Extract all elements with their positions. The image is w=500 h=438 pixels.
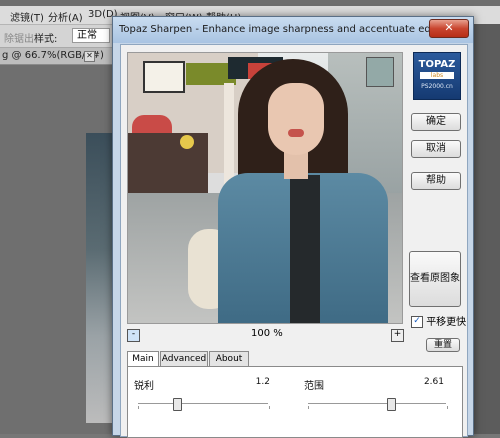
sharpness-slider-thumb[interactable] (173, 398, 182, 411)
preview-storefront-dark (128, 133, 208, 193)
ok-button[interactable]: 确定 (411, 113, 461, 131)
preview-lips (288, 129, 304, 137)
topaz-logo: TOPAZ labs PS2000.cn (413, 52, 461, 100)
style-select[interactable]: 正常 (72, 28, 110, 43)
zoom-level: 100 % (251, 328, 283, 339)
image-preview[interactable] (127, 52, 403, 324)
preview-shirt (290, 175, 320, 323)
tab-main[interactable]: Main (127, 351, 159, 367)
view-original-button[interactable]: 查看原图象 (409, 251, 461, 307)
dialog-titlebar[interactable]: Topaz Sharpen - Enhance image sharpness … (113, 17, 473, 43)
tab-about[interactable]: About (209, 351, 249, 366)
zoom-out-button[interactable]: - (127, 329, 140, 342)
right-panel (472, 24, 500, 434)
radius-slider-ticks (308, 406, 448, 409)
menu-analysis[interactable]: 分析(A) (48, 9, 83, 24)
preview-red-umbrella (132, 115, 172, 133)
sharpness-slider-ticks (138, 406, 270, 409)
dialog-title: Topaz Sharpen - Enhance image sharpness … (119, 24, 449, 35)
style-label: 样式: (34, 34, 58, 45)
sharpness-value: 1.2 (255, 377, 270, 387)
logo-sub: labs (420, 72, 454, 79)
document-close-icon[interactable]: ✕ (84, 51, 95, 62)
topaz-sharpen-dialog: Topaz Sharpen - Enhance image sharpness … (112, 16, 474, 438)
cancel-button[interactable]: 取消 (411, 140, 461, 158)
radius-value: 2.61 (423, 377, 444, 387)
zoom-in-button[interactable]: + (391, 329, 404, 342)
close-icon: ✕ (444, 21, 454, 34)
logo-text: TOPAZ (418, 59, 456, 70)
radius-slider-thumb[interactable] (386, 398, 396, 411)
dialog-client: TOPAZ labs PS2000.cn 确定 取消 帮助 查看原图象 ✓ 平移… (120, 44, 468, 438)
reset-button[interactable]: 重置 (426, 338, 460, 352)
help-button[interactable]: 帮助 (411, 172, 461, 190)
main-tab-panel: 锐利 1.2 范围 2.61 (127, 366, 463, 438)
preview-neck (284, 151, 308, 179)
logo-site: PS2000.cn (421, 83, 453, 90)
close-button[interactable]: ✕ (429, 19, 469, 38)
preview-face (268, 83, 324, 155)
radius-slider-track[interactable] (308, 403, 446, 404)
document-tab[interactable]: g @ 66.7%(RGB/8#) ✕ (0, 48, 120, 65)
sharpness-slider-track[interactable] (138, 403, 268, 404)
preview-sign (143, 61, 185, 93)
sharpness-label: 锐利 (134, 381, 154, 392)
antialias-label: 除锯出 (4, 34, 34, 45)
menu-filter[interactable]: 滤镜(T) (10, 9, 44, 24)
tab-advanced[interactable]: Advanced (160, 351, 208, 366)
preview-yellow-light (180, 135, 194, 149)
radius-label: 范围 (304, 381, 324, 392)
pan-faster-checkbox[interactable]: ✓ (411, 316, 423, 328)
pan-faster-label: 平移更快 (426, 317, 467, 328)
pan-faster-option[interactable]: ✓ 平移更快 (411, 313, 467, 328)
preview-window (366, 57, 394, 87)
